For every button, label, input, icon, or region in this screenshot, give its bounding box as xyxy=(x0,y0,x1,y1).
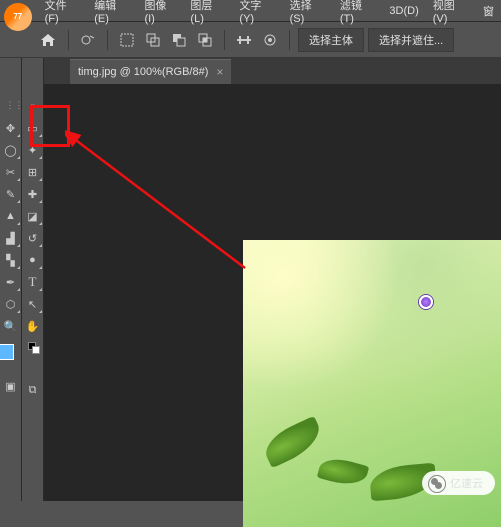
menu-bar: 77 文件(F) 编辑(E) 图像(I) 图层(L) 文字(Y) 选择(S) 滤… xyxy=(0,0,501,22)
separator xyxy=(224,30,225,50)
close-icon[interactable]: × xyxy=(216,65,223,79)
stamp-tool[interactable]: ▟ xyxy=(1,228,21,248)
artwork-leaf xyxy=(259,416,326,469)
select-subject-button[interactable]: 选择主体 xyxy=(298,28,364,52)
healing-tool[interactable]: ✚ xyxy=(23,184,43,204)
default-colors-icon[interactable] xyxy=(28,342,38,352)
hand-tool[interactable]: ✋ xyxy=(23,316,43,336)
pen-tool[interactable]: ✒ xyxy=(1,272,21,292)
menu-edit[interactable]: 编辑(E) xyxy=(87,0,137,28)
watermark: 亿速云 xyxy=(422,471,495,495)
foreground-color[interactable] xyxy=(0,344,14,360)
frame-tool[interactable]: ⊞ xyxy=(23,162,43,182)
artwork-leaf xyxy=(317,454,370,490)
zoom-tool[interactable]: 🔍 xyxy=(1,316,21,336)
menu-image[interactable]: 图像(I) xyxy=(137,0,183,28)
toolbox-grip[interactable]: ⋮⋮ xyxy=(6,100,16,110)
toolbox-collapse[interactable]: « xyxy=(28,100,38,110)
gradient-tool[interactable]: ▚ xyxy=(1,250,21,270)
new-selection-icon[interactable] xyxy=(116,29,138,51)
marquee-tool[interactable]: ▭ xyxy=(23,118,43,138)
menu-3d[interactable]: 3D(D) xyxy=(382,2,425,20)
add-selection-icon[interactable] xyxy=(142,29,164,51)
move-tool[interactable]: ✥ xyxy=(1,118,21,138)
color-swatches[interactable] xyxy=(0,344,24,372)
document-view[interactable]: 春 xyxy=(44,84,501,501)
workspace: ⋮⋮ ✥ ◯ ✂ ✎ ▲ ▟ ▚ ✒ ⬡ 🔍 ▣ « ▭ ✦ ⊞ ✚ ◪ ↺ ●… xyxy=(0,58,501,501)
separator xyxy=(107,30,108,50)
tab-title: timg.jpg @ 100%(RGB/8#) xyxy=(78,66,208,78)
menu-file[interactable]: 文件(F) xyxy=(38,0,88,28)
eraser-tool[interactable]: ◪ xyxy=(23,206,43,226)
subtract-selection-icon[interactable] xyxy=(168,29,190,51)
path-select-tool[interactable]: ↖ xyxy=(23,294,43,314)
home-icon[interactable] xyxy=(36,28,60,52)
separator xyxy=(68,30,69,50)
lasso-tool[interactable]: ◯ xyxy=(1,140,21,160)
select-and-mask-button[interactable]: 选择并遮住... xyxy=(368,28,454,52)
sample-all-layers-icon[interactable] xyxy=(233,29,255,51)
menu-view[interactable]: 视图(V) xyxy=(426,0,476,28)
shape-tool[interactable]: ⬡ xyxy=(1,294,21,314)
toolbox-col-1: ⋮⋮ ✥ ◯ ✂ ✎ ▲ ▟ ▚ ✒ ⬡ 🔍 ▣ xyxy=(0,58,22,501)
toolbox-col-2: « ▭ ✦ ⊞ ✚ ◪ ↺ ● T ↖ ✋ ⧉ xyxy=(22,58,44,501)
canvas-area: timg.jpg @ 100%(RGB/8#) × 春 xyxy=(44,58,501,501)
type-tool[interactable]: T xyxy=(23,272,43,292)
menu-type[interactable]: 文字(Y) xyxy=(232,0,282,28)
menu-select[interactable]: 选择(S) xyxy=(283,0,333,28)
screenmode-tool[interactable]: ⧉ xyxy=(23,380,43,400)
eyedropper-tool[interactable]: ✎ xyxy=(1,184,21,204)
dodge-tool[interactable]: ● xyxy=(23,250,43,270)
app-icon: 77 xyxy=(4,3,32,31)
menu-layer[interactable]: 图层(L) xyxy=(183,0,232,28)
watermark-text: 亿速云 xyxy=(450,478,483,490)
intersect-selection-icon[interactable] xyxy=(194,29,216,51)
tool-preset-icon[interactable] xyxy=(77,29,99,51)
menu-window[interactable]: 窗 xyxy=(476,0,501,22)
document-tabbar: timg.jpg @ 100%(RGB/8#) × xyxy=(44,58,501,84)
quickmask-tool[interactable]: ▣ xyxy=(1,376,21,396)
menu-filter[interactable]: 滤镜(T) xyxy=(333,0,383,28)
artwork-flower xyxy=(419,295,433,309)
brush-tool[interactable]: ▲ xyxy=(1,206,21,226)
document-tab[interactable]: timg.jpg @ 100%(RGB/8#) × xyxy=(70,59,231,84)
enhance-edge-icon[interactable] xyxy=(259,29,281,51)
crop-tool[interactable]: ✂ xyxy=(1,162,21,182)
quick-select-tool[interactable]: ✦ xyxy=(23,140,43,160)
separator xyxy=(289,30,290,50)
history-brush-tool[interactable]: ↺ xyxy=(23,228,43,248)
